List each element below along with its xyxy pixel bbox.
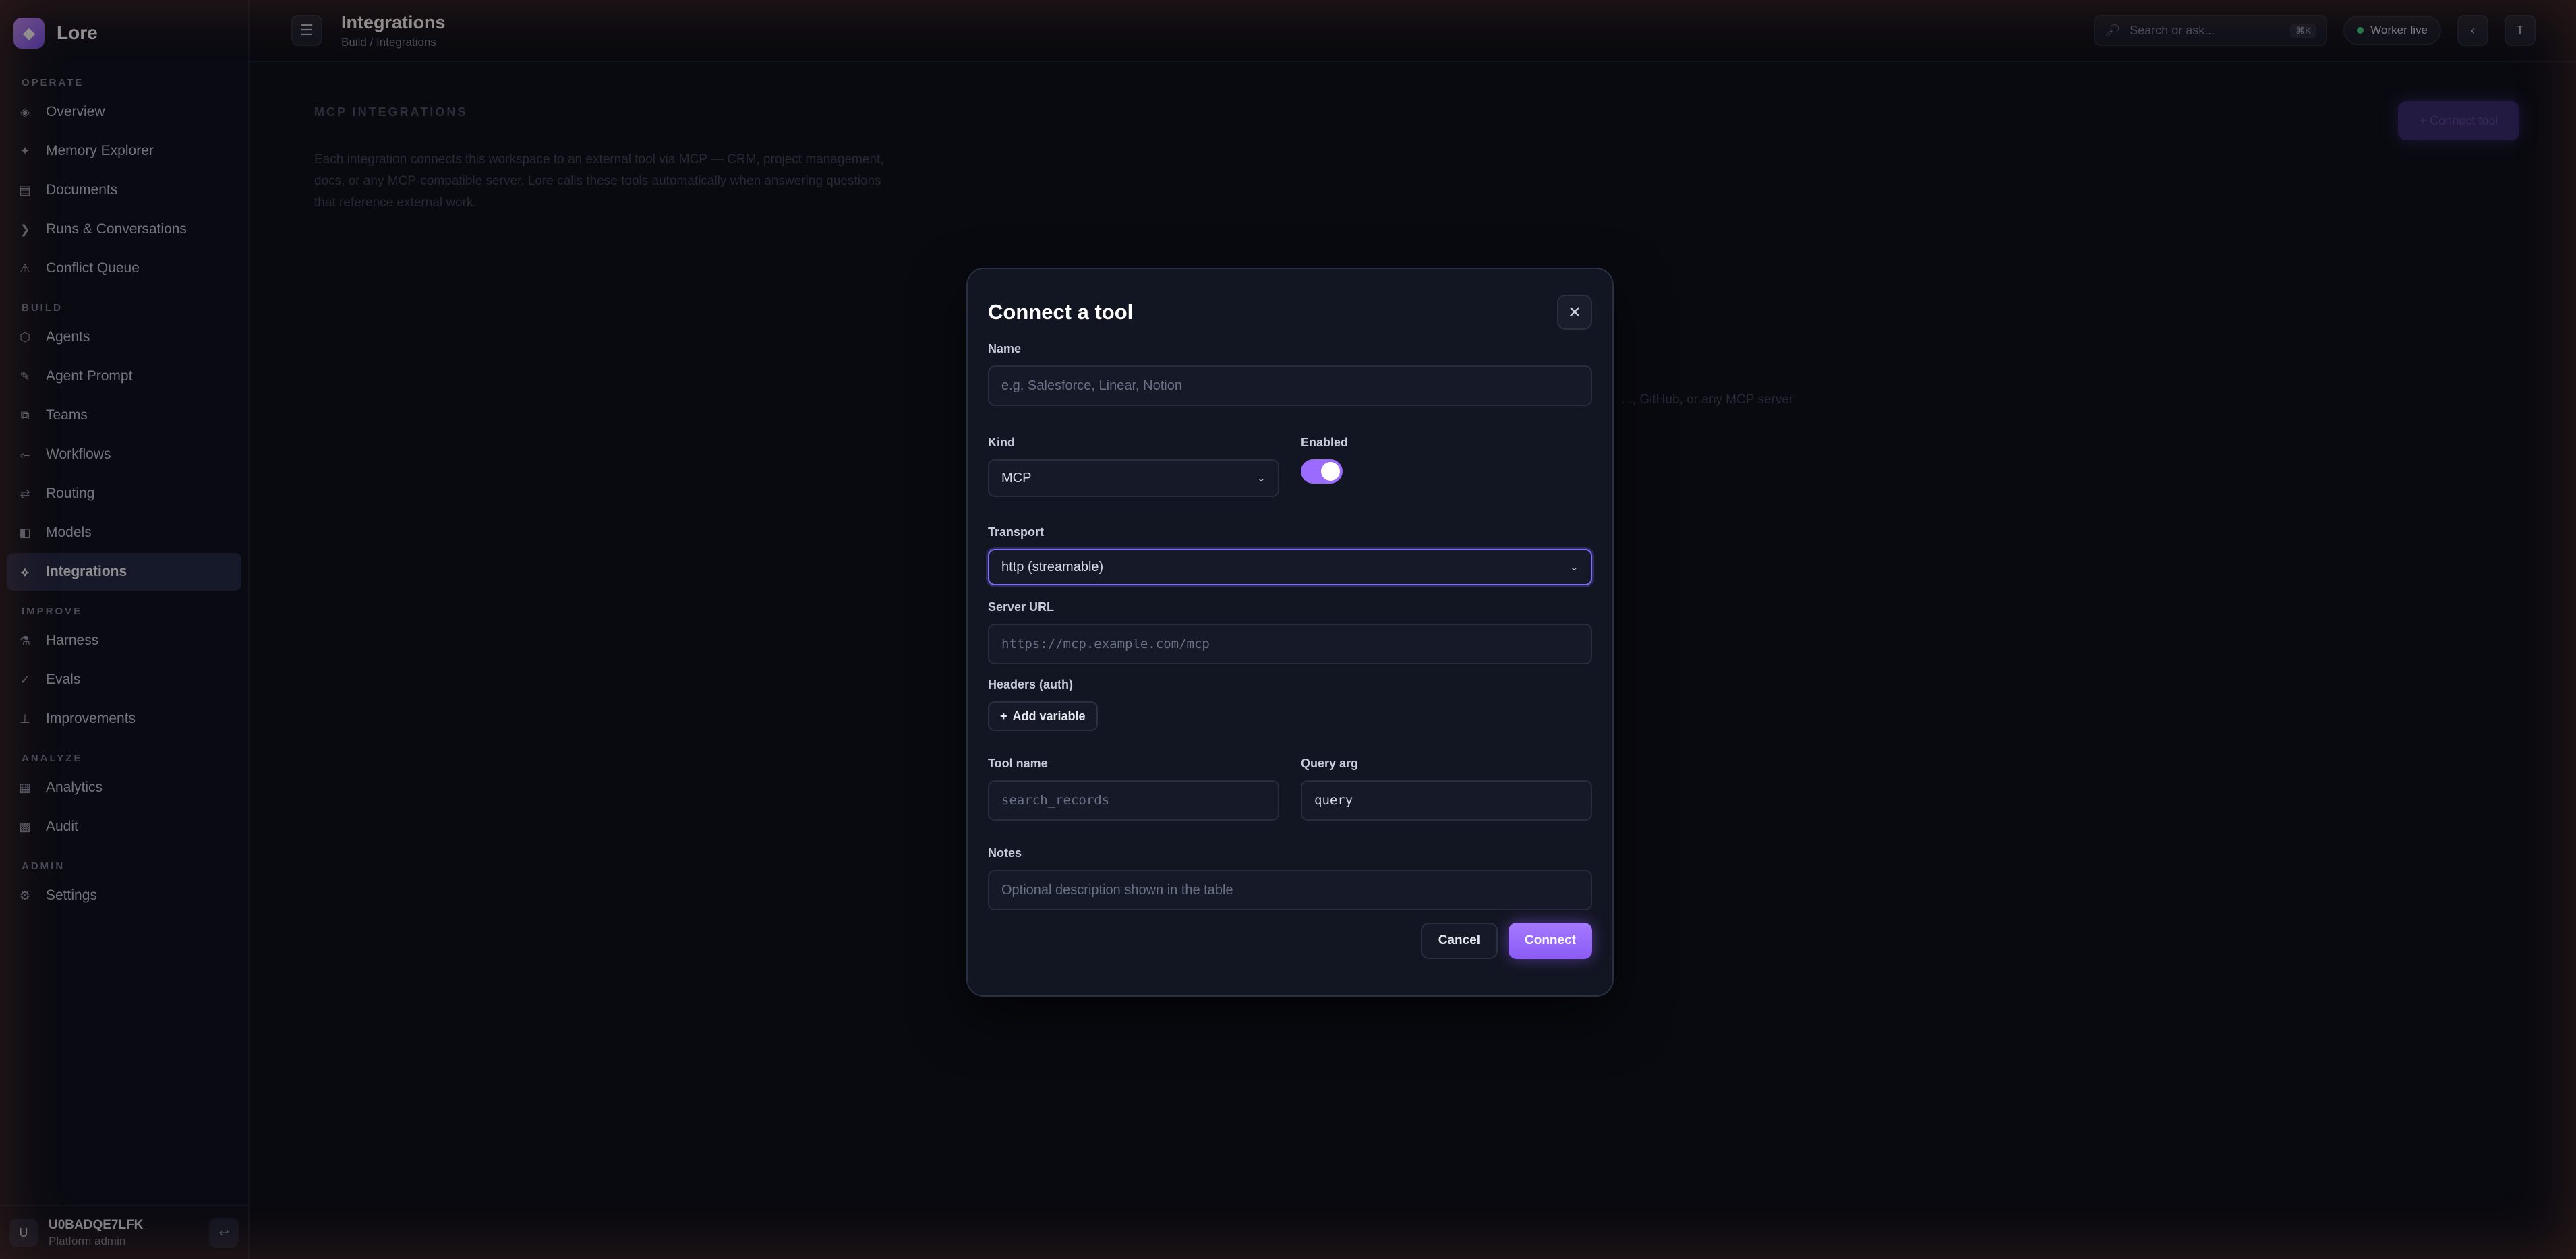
modal-header: Connect a tool ✕ — [988, 295, 1592, 330]
query-arg-field[interactable]: query — [1301, 780, 1592, 821]
server-url-group: Server URL https://mcp.example.com/mcp — [988, 600, 1592, 664]
tool-name-field[interactable]: search_records — [988, 780, 1279, 821]
query-arg-group: Query arg query — [1301, 757, 1592, 821]
kind-enabled-row: Kind MCP ⌄ Enabled — [988, 436, 1592, 497]
kind-label: Kind — [988, 436, 1015, 449]
connect-tool-dialog: Connect a tool ✕ Name e.g. Salesforce, L… — [966, 268, 1614, 997]
transport-value: http (streamable) — [1001, 559, 1104, 575]
enabled-group: Enabled — [1301, 436, 1592, 497]
modal-actions: Cancel Connect — [988, 923, 1592, 959]
enabled-label: Enabled — [1301, 436, 1349, 449]
transport-label: Transport — [988, 525, 1045, 539]
query-arg-label: Query arg — [1301, 757, 1359, 770]
kind-group: Kind MCP ⌄ — [988, 436, 1279, 497]
name-field[interactable]: e.g. Salesforce, Linear, Notion — [988, 365, 1592, 406]
chevron-down-icon: ⌄ — [1256, 473, 1266, 484]
toggle-knob — [1321, 462, 1340, 481]
cancel-button[interactable]: Cancel — [1420, 923, 1498, 959]
tool-name-label: Tool name — [988, 757, 1048, 770]
tool-query-row: Tool name search_records Query arg query — [988, 757, 1592, 821]
kind-select[interactable]: MCP ⌄ — [988, 459, 1279, 497]
notes-group: Notes Optional description shown in the … — [988, 846, 1592, 910]
server-url-label: Server URL — [988, 600, 1055, 614]
plus-icon: + — [1000, 709, 1007, 723]
headers-label: Headers (auth) — [988, 678, 1074, 691]
name-group: Name e.g. Salesforce, Linear, Notion — [988, 342, 1592, 406]
enabled-toggle[interactable] — [1301, 459, 1343, 484]
connect-button[interactable]: Connect — [1509, 923, 1592, 959]
close-icon[interactable]: ✕ — [1557, 295, 1592, 330]
chevron-down-icon: ⌄ — [1569, 562, 1579, 573]
notes-field[interactable]: Optional description shown in the table — [988, 870, 1592, 910]
name-label: Name — [988, 342, 1022, 355]
kind-value: MCP — [1001, 470, 1032, 486]
add-variable-button[interactable]: + Add variable — [988, 701, 1098, 731]
tool-name-group: Tool name search_records — [988, 757, 1279, 821]
transport-group: Transport http (streamable) ⌄ — [988, 525, 1592, 585]
headers-group: Headers (auth) + Add variable — [988, 678, 1592, 731]
add-variable-label: Add variable — [1012, 709, 1086, 723]
notes-label: Notes — [988, 846, 1022, 860]
transport-select[interactable]: http (streamable) ⌄ — [988, 549, 1592, 585]
server-url-field[interactable]: https://mcp.example.com/mcp — [988, 624, 1592, 664]
modal-title: Connect a tool — [988, 300, 1134, 324]
